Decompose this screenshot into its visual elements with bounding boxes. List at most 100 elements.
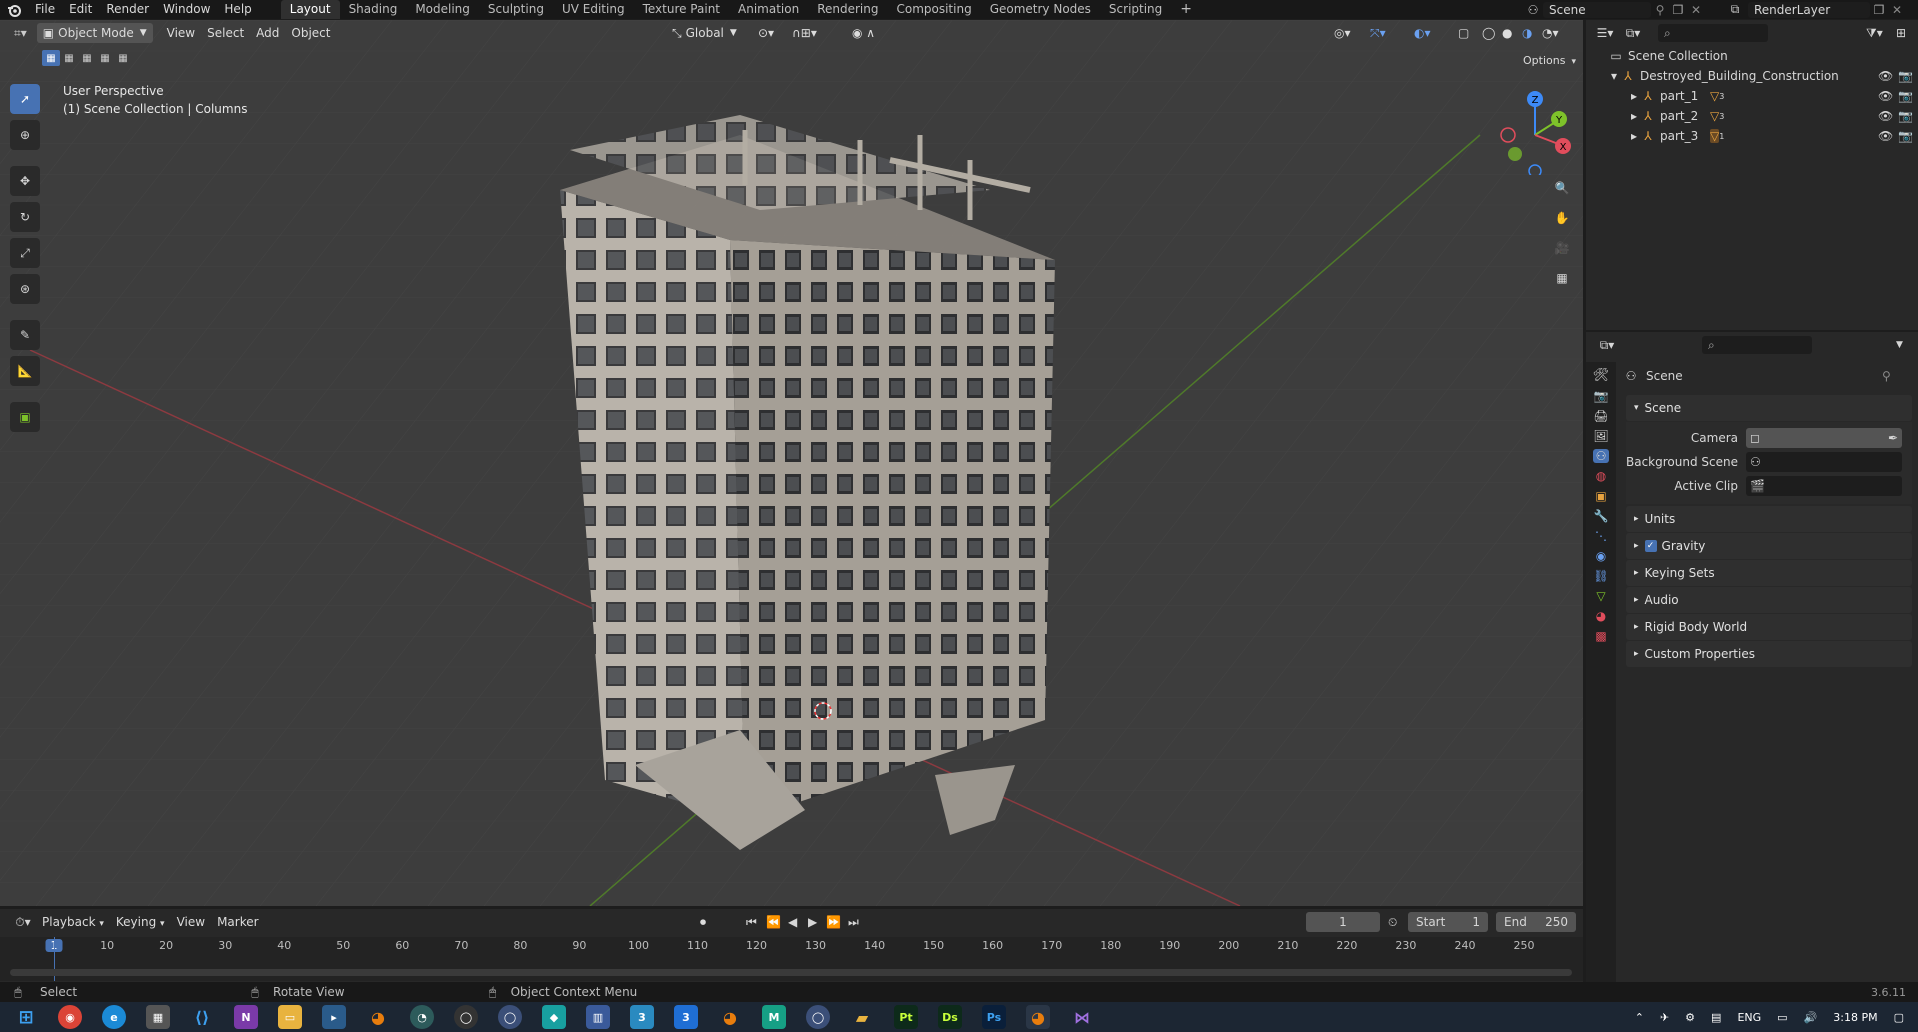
tool-tab-icon[interactable]: 🛠 xyxy=(1593,368,1610,383)
zoom-icon[interactable]: 🔍 xyxy=(1550,176,1574,200)
outliner-child-row[interactable]: ▸ ⅄ part_2 ▽ 3 👁 📷 xyxy=(1608,106,1918,126)
eye-icon[interactable]: 👁 xyxy=(1878,89,1893,103)
designer-icon[interactable]: Ds xyxy=(938,1005,962,1029)
play-icon[interactable]: ▶ xyxy=(808,915,817,929)
app-tray-icon[interactable]: ⚙ xyxy=(1685,1011,1695,1024)
menu-marker[interactable]: Marker xyxy=(211,912,264,932)
select-invert-icon[interactable]: ▦ xyxy=(96,50,114,66)
play-reverse-icon[interactable]: ◀ xyxy=(788,915,797,929)
blender-app-icon[interactable]: ◕ xyxy=(366,1005,390,1029)
calculator-icon[interactable]: ▦ xyxy=(146,1005,170,1029)
blender-logo-icon[interactable] xyxy=(0,0,28,19)
annotate-tool[interactable]: ✎ xyxy=(10,320,40,350)
tab-modeling[interactable]: Modeling xyxy=(406,0,479,19)
menu-view[interactable]: View xyxy=(161,23,201,43)
visibility-icon[interactable]: ◎▾ xyxy=(1328,23,1357,43)
expand-arrow-icon[interactable]: ▸ xyxy=(1628,89,1640,103)
menu-keying[interactable]: Keying ▾ xyxy=(110,912,171,932)
select-intersect-icon[interactable]: ▦ xyxy=(114,50,132,66)
options-button[interactable]: Options ▾ xyxy=(1517,51,1576,71)
notification-icon[interactable]: ▢ xyxy=(1894,1011,1904,1024)
jump-keyframe-back-icon[interactable]: ⏪ xyxy=(766,915,781,929)
stopwatch-icon[interactable]: ⏲ xyxy=(1388,915,1397,930)
panel-rigid-body-world-header[interactable]: ▸ Rigid Body World xyxy=(1626,614,1912,640)
new-scene-icon[interactable]: ❐ xyxy=(1669,3,1687,17)
app-icon[interactable]: ▥ xyxy=(586,1005,610,1029)
autokey-record-icon[interactable]: ⏺ xyxy=(700,915,706,930)
expand-arrow-icon[interactable]: ▾ xyxy=(1608,69,1620,83)
filter-icon[interactable]: ⧩▾ xyxy=(1866,26,1883,41)
navigation-gizmo[interactable]: Z Y X xyxy=(1495,85,1575,175)
timeline-scrub-area[interactable]: 1102030405060708090100110120130140150160… xyxy=(0,937,1583,981)
move-tool[interactable]: ✥ xyxy=(10,166,40,196)
windows-start-icon[interactable]: ⊞ xyxy=(14,1005,38,1029)
app-icon[interactable]: ◆ xyxy=(542,1005,566,1029)
vscode-icon[interactable]: ⟨⟩ xyxy=(190,1005,214,1029)
tab-sculpting[interactable]: Sculpting xyxy=(479,0,553,19)
expand-arrow-icon[interactable]: ▸ xyxy=(1628,129,1640,143)
select-new-icon[interactable]: ▦ xyxy=(42,50,60,66)
expand-arrow-icon[interactable]: ▸ xyxy=(1628,109,1640,123)
app-icon[interactable]: ◯ xyxy=(498,1005,522,1029)
edge-icon[interactable]: e xyxy=(102,1005,126,1029)
cursor-tool[interactable]: ⊕ xyxy=(10,120,40,150)
telegram-icon[interactable]: ✈ xyxy=(1660,1011,1669,1024)
tab-compositing[interactable]: Compositing xyxy=(887,0,980,19)
tab-animation[interactable]: Animation xyxy=(729,0,808,19)
display-icon[interactable]: ▭ xyxy=(1777,1011,1787,1024)
eye-icon[interactable]: 👁 xyxy=(1878,69,1893,83)
onenote-icon[interactable]: N xyxy=(234,1005,258,1029)
menu-file[interactable]: File xyxy=(28,0,62,19)
active-clip-field[interactable]: 🎬 xyxy=(1746,476,1902,496)
new-view-layer-icon[interactable]: ❐ xyxy=(1870,3,1888,17)
language-indicator[interactable]: ENG xyxy=(1737,1011,1761,1024)
display-mode-icon[interactable]: ⧉▾ xyxy=(1618,26,1648,41)
background-scene-field[interactable]: ⚇ xyxy=(1746,452,1902,472)
jump-end-icon[interactable]: ⏭ xyxy=(848,915,859,930)
camera-icon[interactable]: 📷 xyxy=(1898,109,1913,123)
select-subtract-icon[interactable]: ▦ xyxy=(78,50,96,66)
tab-layout[interactable]: Layout xyxy=(280,0,340,19)
add-workspace-icon[interactable]: + xyxy=(1171,0,1201,19)
scale-tool[interactable]: ⤢ xyxy=(10,238,40,268)
painter-icon[interactable]: Pt xyxy=(894,1005,918,1029)
delete-scene-icon[interactable]: ✕ xyxy=(1687,3,1705,17)
tab-geometry-nodes[interactable]: Geometry Nodes xyxy=(981,0,1100,19)
outliner-child-row[interactable]: ▸ ⅄ part_3 ▽ 1 👁 📷 xyxy=(1608,126,1918,146)
camera-icon[interactable]: 📷 xyxy=(1898,89,1913,103)
outliner-child-row[interactable]: ▸ ⅄ part_1 ▽ 3 👁 📷 xyxy=(1608,86,1918,106)
delete-view-layer-icon[interactable]: ✕ xyxy=(1888,3,1906,17)
transform-orientation-dropdown[interactable]: ⤡ Global ▼ xyxy=(666,23,743,43)
viewport-scene[interactable] xyxy=(0,20,1583,906)
start-frame-field[interactable]: Start 1 xyxy=(1408,912,1488,932)
app-icon[interactable]: ◔ xyxy=(410,1005,434,1029)
snap-icon[interactable]: ∩⊞▾ xyxy=(786,23,823,43)
3d-viewport[interactable]: ⌗▾ ▣ Object Mode ▼ View Select Add Objec… xyxy=(0,20,1583,906)
app-icon[interactable]: M xyxy=(762,1005,786,1029)
panel-custom-properties-header[interactable]: ▸ Custom Properties xyxy=(1626,641,1912,667)
panel-units-header[interactable]: ▸ Units xyxy=(1626,506,1912,532)
outliner-search-input[interactable]: ⌕ xyxy=(1658,24,1768,42)
visual-studio-icon[interactable]: ⋈ xyxy=(1070,1005,1094,1029)
menu-object[interactable]: Object xyxy=(285,23,336,43)
eye-icon[interactable]: 👁 xyxy=(1878,109,1893,123)
pan-hand-icon[interactable]: ✋ xyxy=(1550,206,1574,230)
menu-render[interactable]: Render xyxy=(99,0,156,19)
outliner-scene-collection[interactable]: ▭ Scene Collection xyxy=(1608,46,1918,66)
outliner-editor-icon[interactable]: ☰▾ xyxy=(1592,26,1618,40)
app-icon[interactable]: 3 xyxy=(674,1005,698,1029)
new-collection-icon[interactable]: ⊞ xyxy=(1896,26,1906,40)
perspective-toggle-icon[interactable]: ▦ xyxy=(1550,266,1574,290)
add-cube-tool[interactable]: ▣ xyxy=(10,402,40,432)
pivot-point-icon[interactable]: ⊙▾ xyxy=(752,23,780,43)
properties-editor-icon[interactable]: ⧉▾ xyxy=(1592,338,1622,353)
tray-chevron-up-icon[interactable]: ⌃ xyxy=(1635,1011,1644,1024)
panel-gravity-header[interactable]: ▸ ✓ Gravity xyxy=(1626,533,1912,559)
scene-selector[interactable]: ⚇ Scene ⚲ ❐ ✕ xyxy=(1523,1,1705,18)
volume-icon[interactable]: 🔊 xyxy=(1804,1011,1818,1024)
pin-icon[interactable]: ⚲ xyxy=(1651,3,1669,17)
camera-field[interactable]: ◻ ✒ xyxy=(1746,428,1902,448)
select-extend-icon[interactable]: ▦ xyxy=(60,50,78,66)
eyedropper-icon[interactable]: ✒ xyxy=(1888,431,1898,445)
folder-icon[interactable]: ▰ xyxy=(850,1005,874,1029)
